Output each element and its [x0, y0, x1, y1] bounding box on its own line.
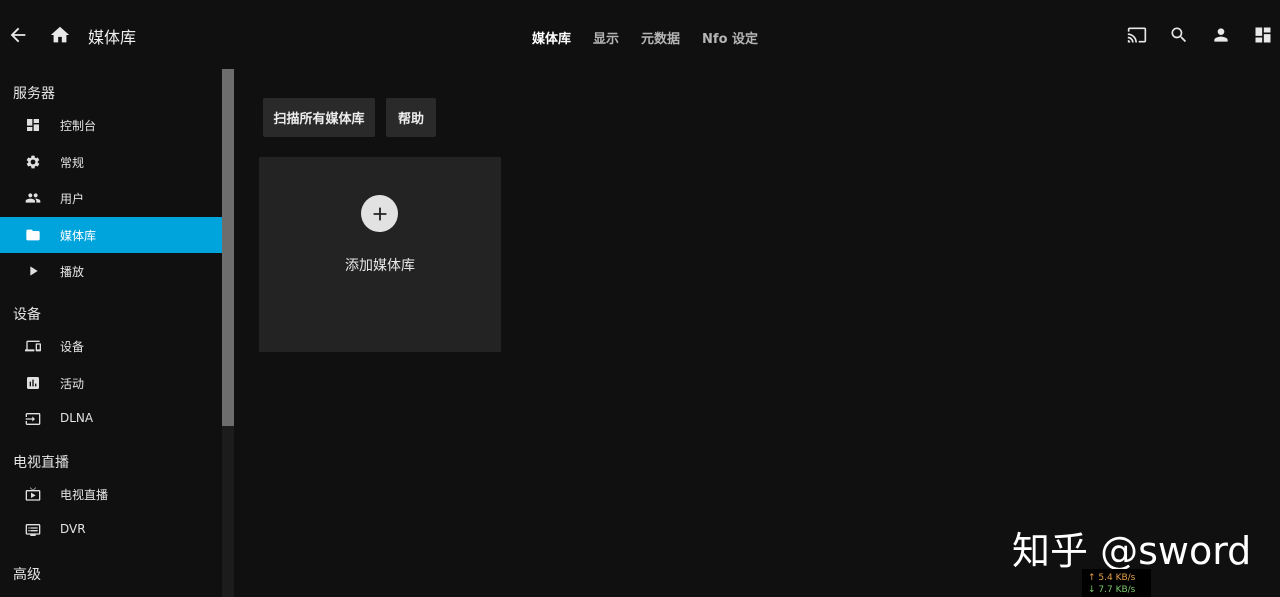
dashboard-button[interactable] — [1248, 20, 1278, 50]
tab-library[interactable]: 媒体库 — [532, 28, 571, 47]
sidebar-item-label: 常规 — [60, 156, 85, 170]
add-library-label: 添加媒体库 — [345, 258, 415, 274]
sidebar-item-label: 设备 — [60, 340, 85, 354]
arrow-back-icon — [10, 27, 26, 43]
download-speed: ↓ 7.7 KB/s — [1088, 585, 1136, 595]
play-icon — [25, 263, 41, 279]
sidebar-item-live-tv[interactable]: 电视直播 — [0, 476, 222, 512]
search-icon — [1171, 27, 1187, 43]
home-icon — [50, 26, 70, 43]
section-title-devices: 设备 — [13, 307, 41, 323]
page-title: 媒体库 — [88, 28, 137, 47]
sidebar-item-label: DLNA — [60, 411, 94, 425]
sidebar-item-activity[interactable]: 活动 — [0, 365, 222, 401]
upload-speed: ↑ 5.4 KB/s — [1088, 573, 1136, 583]
sidebar-item-library[interactable]: 媒体库 — [0, 217, 222, 253]
sidebar-item-devices[interactable]: 设备 — [0, 328, 222, 364]
tab-metadata[interactable]: 元数据 — [641, 28, 680, 47]
tab-display[interactable]: 显示 — [593, 28, 619, 47]
people-icon — [25, 190, 41, 206]
cast-button[interactable] — [1122, 20, 1152, 50]
scan-all-libraries-button[interactable]: 扫描所有媒体库 — [263, 98, 375, 137]
dashboard-icon — [1255, 27, 1271, 43]
network-speed-widget: ↑ 5.4 KB/s ↓ 7.7 KB/s — [1082, 569, 1151, 597]
sidebar-item-users[interactable]: 用户 — [0, 180, 222, 216]
help-button[interactable]: 帮助 — [386, 98, 436, 137]
sidebar-item-label: 用户 — [60, 192, 85, 206]
top-app-bar: 媒体库 媒体库 显示 元数据 Nfo 设定 — [0, 0, 1280, 68]
sidebar-scrollbar-thumb[interactable] — [222, 69, 234, 426]
user-button[interactable] — [1206, 20, 1236, 50]
folder-icon — [25, 227, 41, 243]
dvr-icon — [25, 522, 41, 538]
sidebar-item-dlna[interactable]: DLNA — [0, 401, 222, 437]
watermark: 知乎 @sword — [1012, 529, 1252, 573]
add-library-card[interactable]: 添加媒体库 — [259, 157, 501, 352]
sidebar-item-label: DVR — [60, 522, 86, 536]
sidebar-item-playback[interactable]: 播放 — [0, 253, 222, 289]
sidebar: 服务器 控制台 常规 用户 媒体库 播放 设备 设备 活动 DLNA 电视直播 … — [0, 69, 222, 597]
cast-icon — [1127, 27, 1147, 43]
devices-icon — [25, 338, 41, 354]
input-icon — [25, 411, 41, 427]
sidebar-item-label: 控制台 — [60, 119, 97, 133]
sidebar-item-label: 播放 — [60, 265, 85, 279]
sidebar-item-dvr[interactable]: DVR — [0, 512, 222, 548]
back-button[interactable] — [3, 20, 33, 50]
section-title-live-tv: 电视直播 — [13, 455, 69, 471]
tab-nfo-settings[interactable]: Nfo 设定 — [702, 28, 758, 47]
sidebar-item-general[interactable]: 常规 — [0, 144, 222, 180]
gear-icon — [25, 154, 41, 170]
home-button[interactable] — [45, 20, 75, 50]
section-title-advanced: 高级 — [13, 567, 41, 583]
add-icon — [361, 195, 398, 232]
user-icon — [1214, 28, 1228, 42]
header-tabs: 媒体库 显示 元数据 Nfo 设定 — [532, 28, 780, 47]
sidebar-item-label: 电视直播 — [60, 488, 109, 502]
chart-icon — [25, 375, 41, 391]
dashboard-icon — [25, 117, 41, 133]
live-tv-icon — [25, 486, 41, 502]
sidebar-item-label: 媒体库 — [60, 229, 97, 243]
sidebar-item-label: 活动 — [60, 377, 85, 391]
search-button[interactable] — [1164, 20, 1194, 50]
sidebar-item-dashboard[interactable]: 控制台 — [0, 107, 222, 143]
section-title-server: 服务器 — [13, 86, 55, 102]
